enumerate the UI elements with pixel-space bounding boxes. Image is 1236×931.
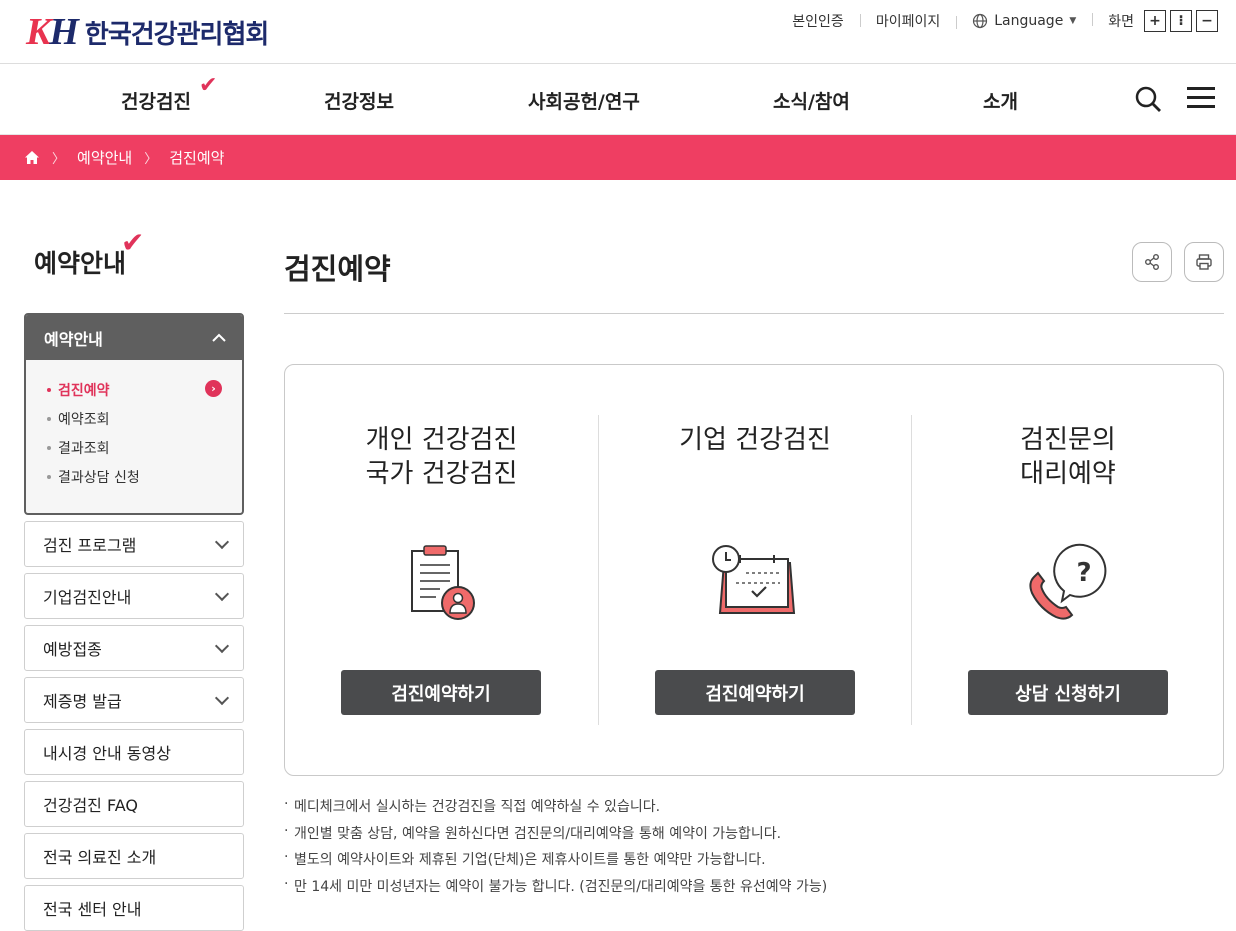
sidebar-item-program[interactable]: 검진 프로그램: [24, 521, 244, 567]
phone-question-icon: ?: [1029, 543, 1107, 620]
sidebar-item-faq[interactable]: 건강검진 FAQ: [24, 781, 244, 827]
top-bar: KH 한국건강관리협회 본인인증 마이페이지 Language ▼ 화면 + ⁝…: [0, 0, 1236, 64]
card-title: 개인 건강검진 국가 건강검진: [365, 425, 518, 489]
sidebar-item-corporate[interactable]: 기업검진안내: [24, 573, 244, 619]
sidebar-item-endoscopy-video[interactable]: 내시경 안내 동영상: [24, 729, 244, 775]
card-inquiry: 검진문의 대리예약 ? 상담 신청하기: [911, 415, 1224, 725]
zoom-in-button[interactable]: +: [1144, 10, 1166, 32]
card-personal-checkup: 개인 건강검진 국가 건강검진 검진예약하기: [285, 415, 598, 725]
print-icon: [1196, 254, 1212, 270]
mypage-link[interactable]: 마이페이지: [859, 11, 956, 31]
chevron-up-icon: [212, 333, 226, 342]
note-item: 만 14세 미만 미성년자는 예약이 불가능 합니다. (검진문의/대리예약을 …: [284, 876, 827, 903]
sidebar-item-certificates[interactable]: 제증명 발급: [24, 677, 244, 723]
site-logo[interactable]: KH 한국건강관리협회: [26, 10, 269, 54]
sidebar-item-doctors[interactable]: 전국 의료진 소개: [24, 833, 244, 879]
note-item: 별도의 예약사이트와 제휴된 기업(단체)은 제휴사이트를 통한 예약만 가능합…: [284, 849, 827, 876]
language-select[interactable]: Language ▼: [956, 13, 1092, 29]
search-icon[interactable]: [1134, 85, 1162, 113]
calendar-clock-icon: [712, 545, 796, 614]
chevron-right-circle-icon: ›: [205, 380, 222, 397]
svg-text:?: ?: [1076, 558, 1091, 588]
clipboard-person-icon: [410, 545, 475, 620]
chevron-down-icon: [214, 586, 230, 602]
chevron-down-icon: [214, 534, 230, 550]
title-divider: [284, 313, 1224, 314]
nav-item-social-research[interactable]: 사회공헌/연구: [528, 87, 640, 114]
nav-item-news[interactable]: 소식/참여: [773, 87, 850, 114]
note-item: 개인별 맞춤 상담, 예약을 원하신다면 검진문의/대리예약을 통해 예약이 가…: [284, 823, 827, 850]
chevron-right-icon: 〉: [52, 152, 66, 167]
utility-menu: 본인인증 마이페이지 Language ▼ 화면 + ⁝ −: [776, 10, 1218, 32]
sidebar-item-centers[interactable]: 전국 센터 안내: [24, 885, 244, 931]
checkup-reserve-button[interactable]: 검진예약하기: [341, 670, 541, 715]
chevron-down-icon: [214, 638, 230, 654]
sidebar-subitem-checkup-reservation[interactable]: 검진예약 ›: [44, 380, 242, 409]
page-title: 검진예약: [284, 252, 391, 286]
zoom-reset-button[interactable]: ⁝: [1170, 10, 1192, 32]
share-button[interactable]: [1132, 242, 1172, 282]
card-title: 검진문의 대리예약: [1020, 425, 1116, 489]
note-item: 메디체크에서 실시하는 건강검진을 직접 예약하실 수 있습니다.: [284, 796, 827, 823]
card-corporate-checkup: 기업 건강검진 검진예약하기: [598, 415, 911, 725]
sidebar-group-header[interactable]: 예약안내: [26, 315, 242, 360]
sidebar-group-reservation: 예약안내 검진예약 › 예약조회 결과조회 결과상담 신청: [24, 313, 244, 515]
chevron-down-icon: [214, 690, 230, 706]
chevron-right-icon: 〉: [144, 152, 158, 167]
reservation-panel: 개인 건강검진 국가 건강검진 검진예약하기 기업 건강검진 검진예약하기 검진…: [284, 364, 1224, 776]
corporate-reserve-button[interactable]: 검진예약하기: [655, 670, 855, 715]
screen-zoom: 화면 + ⁝ −: [1092, 10, 1218, 32]
reservation-notes: 메디체크에서 실시하는 건강검진을 직접 예약하실 수 있습니다. 개인별 맞춤…: [284, 796, 827, 902]
nav-item-health-info[interactable]: 건강정보: [324, 87, 394, 114]
logo-name: 한국건강관리협회: [84, 19, 269, 50]
active-check-icon: ✔: [199, 73, 218, 98]
caret-down-icon: ▼: [1069, 16, 1077, 26]
breadcrumb-item-current[interactable]: 검진예약: [169, 147, 224, 168]
globe-icon: [973, 13, 988, 29]
nav-item-health-checkup[interactable]: 건강검진: [121, 87, 191, 114]
breadcrumb: 〉 예약안내 〉 검진예약: [0, 135, 1236, 180]
sidebar-title: 예약안내: [34, 249, 127, 278]
print-button[interactable]: [1184, 242, 1224, 282]
verify-link[interactable]: 본인인증: [776, 11, 860, 31]
share-icon: [1145, 254, 1159, 270]
language-label: Language: [994, 13, 1064, 29]
sidebar-subitem-reservation-lookup[interactable]: 예약조회: [44, 409, 242, 438]
sidebar-subitem-result-lookup[interactable]: 결과조회: [44, 438, 242, 467]
sidebar-subitem-result-consult[interactable]: 결과상담 신청: [44, 467, 242, 496]
title-check-icon: ✔: [121, 226, 145, 259]
breadcrumb-item[interactable]: 예약안내: [77, 147, 132, 168]
screen-label: 화면: [1108, 14, 1134, 30]
main-nav: 건강검진 ✔ 건강정보 사회공헌/연구 소식/참여 소개: [0, 65, 1236, 135]
card-title: 기업 건강검진: [679, 425, 831, 455]
logo-mark: KH: [26, 11, 79, 53]
nav-item-about[interactable]: 소개: [983, 87, 1018, 114]
zoom-out-button[interactable]: −: [1196, 10, 1218, 32]
sidebar-group-label: 예약안내: [44, 329, 103, 349]
consult-request-button[interactable]: 상담 신청하기: [968, 670, 1168, 715]
hamburger-menu-icon[interactable]: [1187, 87, 1215, 109]
sidebar-item-vaccination[interactable]: 예방접종: [24, 625, 244, 671]
home-icon[interactable]: [24, 150, 40, 165]
